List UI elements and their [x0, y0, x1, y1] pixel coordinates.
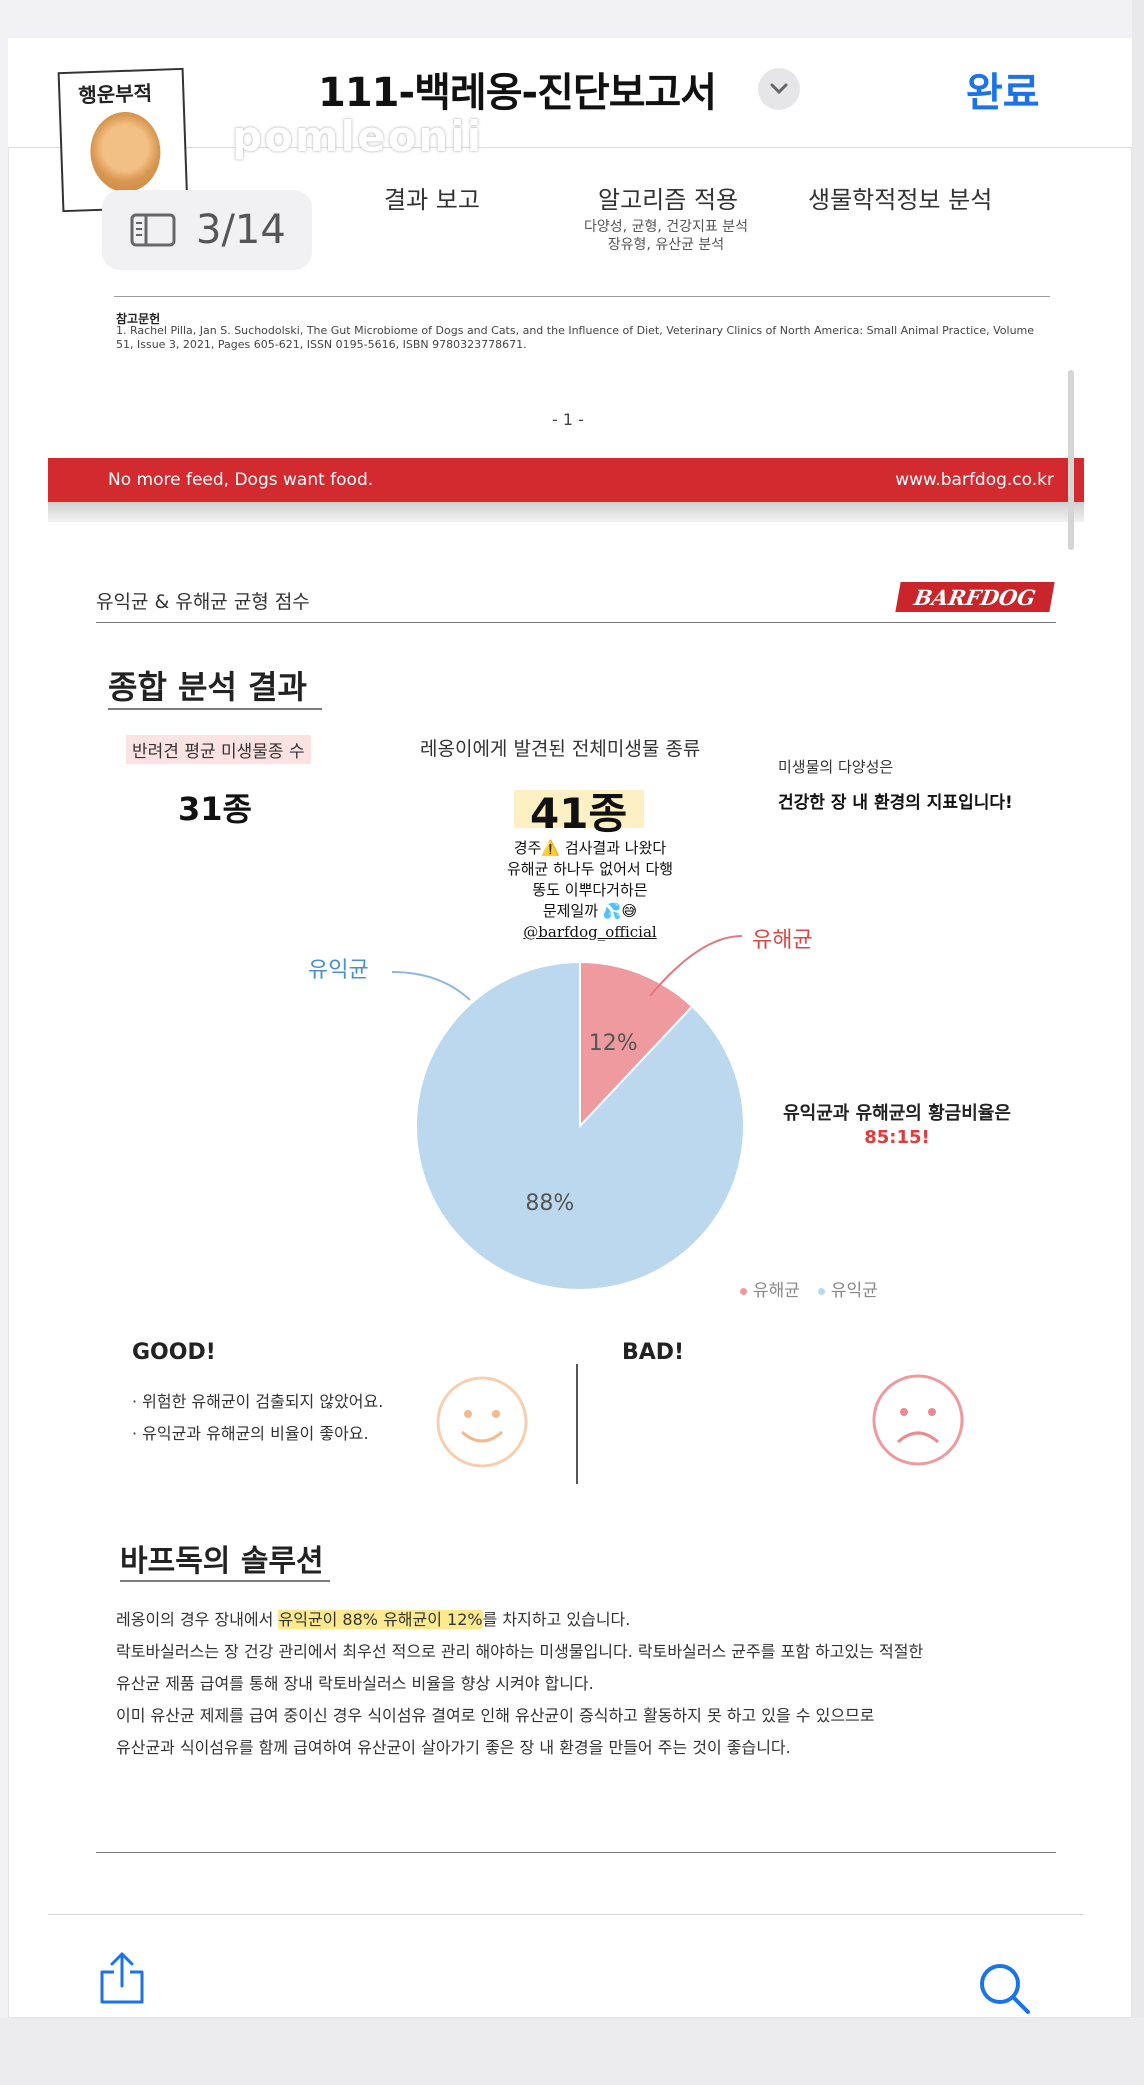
solution-highlight: 유익균이 88% 유해균이 12%	[278, 1610, 483, 1629]
solution-text: 레옹이의 경우 장내에서	[116, 1610, 279, 1629]
search-icon[interactable]	[976, 1960, 1032, 2016]
legend-item-bad: 유해균	[740, 1276, 800, 1301]
solution-line: 레옹이의 경우 장내에서 유익균이 88% 유해균이 12%를 차지하고 있습니…	[116, 1604, 1076, 1636]
pie-slice-label: 88%	[525, 1191, 574, 1216]
good-leader-line	[391, 971, 471, 1001]
legend-label-good: 유익균	[830, 1281, 878, 1301]
share-icon[interactable]	[96, 1950, 148, 2006]
solution-line: 유산균과 식이섬유를 함께 급여하여 유산균이 살아가기 좋은 장 내 환경을 …	[116, 1738, 791, 1757]
solution-line: 유산균 제품 급여를 통해 장내 락토바실러스 비율을 향상 시켜야 합니다.	[116, 1674, 594, 1693]
solution-line: 락토바실러스는 장 건강 관리에서 최우선 적으로 관리 해야하는 미생물입니다…	[116, 1642, 924, 1661]
screen: 결과 보고 알고리즘 적용 다양성, 균형, 건강지표 분석 장유형, 유산균 …	[0, 0, 1144, 2085]
pie-slice-label: 12%	[589, 1031, 638, 1056]
solution-title: 바프독의 솔루션	[120, 1544, 324, 1579]
good-bad-divider	[576, 1364, 578, 1484]
golden-ratio-line1: 유익균과 유해균의 황금비율은	[783, 1103, 1011, 1124]
smile-face-icon	[436, 1376, 528, 1468]
solution-text: 를 차지하고 있습니다.	[482, 1610, 631, 1629]
solution-body: 레옹이의 경우 장내에서 유익균이 88% 유해균이 12%를 차지하고 있습니…	[116, 1604, 1076, 1764]
legend-dot-good	[817, 1287, 825, 1295]
toolbar-divider	[48, 1914, 1084, 1915]
chart-legend: 유해균 유익균	[740, 1276, 878, 1301]
page2-bottom-rule	[96, 1852, 1056, 1853]
legend-label-bad: 유해균	[753, 1281, 800, 1301]
golden-ratio-text: 유익균과 유해균의 황금비율은 85:15!	[764, 1102, 1030, 1150]
golden-ratio-value: 85:15!	[864, 1127, 930, 1148]
pie-slice-good	[415, 960, 745, 1291]
good-bacteria-label: 유익균	[308, 958, 369, 983]
good-item: · 위험한 유해균이 검출되지 않았어요.	[132, 1392, 384, 1411]
good-item: · 유익균과 유해균의 비율이 좋아요.	[132, 1424, 369, 1443]
bottom-area	[0, 2018, 1144, 2085]
bad-title: BAD!	[622, 1340, 685, 1365]
solution-line: 이미 유산균 제제를 급여 중이신 경우 식이섬유 결여로 인해 유산균이 증식…	[116, 1706, 875, 1725]
solution-underline	[120, 1580, 330, 1582]
sad-face-icon	[872, 1374, 964, 1466]
legend-item-good: 유익균	[817, 1276, 878, 1301]
bad-bacteria-label: 유해균	[752, 928, 813, 953]
good-title: GOOD!	[132, 1340, 216, 1365]
legend-dot-bad	[740, 1287, 747, 1295]
